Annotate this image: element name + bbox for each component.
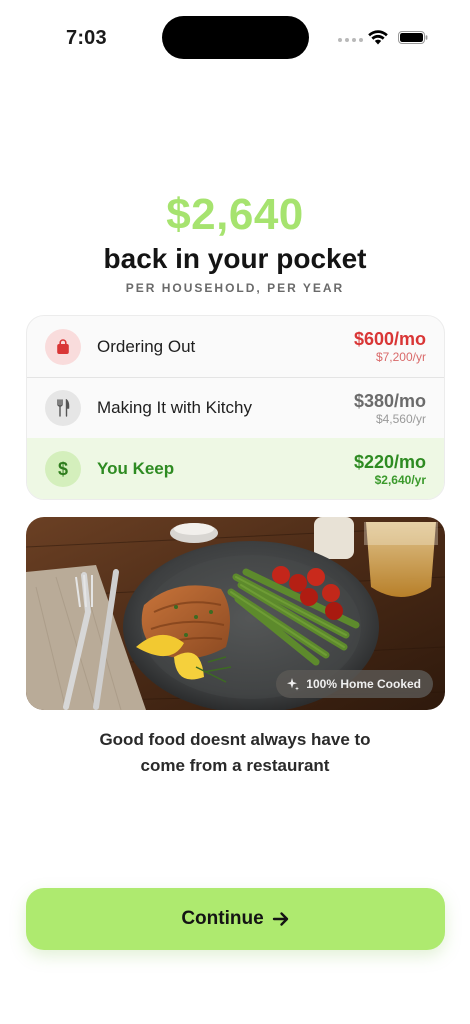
row-label: Ordering Out — [97, 336, 196, 356]
row-values: $220/mo $2,640/yr — [354, 451, 426, 488]
monthly-cost: $380/mo — [353, 390, 426, 411]
row-label: You Keep — [97, 459, 175, 478]
row-label: Making It with Kitchy — [97, 398, 252, 417]
yearly-cost: $4,560/yr — [375, 411, 426, 426]
continue-button[interactable]: Continue — [26, 888, 445, 950]
dollar-icon: $ — [45, 451, 81, 487]
sparkle-icon — [287, 678, 300, 691]
status-time: 7:03 — [66, 27, 107, 49]
cellular-signal-icon — [338, 38, 363, 42]
caption: Good food doesnt always have to come fro… — [60, 727, 410, 779]
monthly-savings: $220/mo — [353, 451, 426, 472]
caption-line-1: Good food doesnt always have to — [99, 730, 371, 749]
fork-knife-icon — [45, 390, 81, 426]
food-photo: 100% Home Cooked — [26, 517, 445, 710]
caption-line-2: come from a restaurant — [140, 756, 330, 775]
battery-icon — [398, 31, 428, 44]
yearly-savings: $2,640/yr — [374, 472, 426, 487]
dynamic-island — [162, 16, 309, 59]
status-bar: 7:03 — [0, 0, 470, 76]
comparison-row-ordering-out: Ordering Out $600/mo $7,200/yr — [27, 316, 444, 377]
savings-amount: $2,640 — [166, 190, 304, 239]
monthly-cost: $600/mo — [353, 329, 426, 349]
row-values: $600/mo $7,200/yr — [354, 328, 426, 365]
comparison-row-you-keep: $ You Keep $220/mo $2,640/yr — [27, 438, 444, 499]
wifi-icon — [368, 30, 388, 45]
shopping-bag-icon — [45, 328, 81, 365]
arrow-right-icon — [272, 912, 288, 926]
savings-comparison-card: Ordering Out $600/mo $7,200/yr Making It… — [26, 315, 445, 500]
page-title: back in your pocket — [103, 243, 367, 274]
home-cooked-badge: 100% Home Cooked — [276, 670, 433, 698]
row-values: $380/mo $4,560/yr — [354, 390, 426, 427]
continue-label: Continue — [181, 908, 264, 929]
page-subtitle: PER HOUSEHOLD, PER YEAR — [125, 281, 345, 295]
comparison-row-kitchy: Making It with Kitchy $380/mo $4,560/yr — [27, 377, 444, 438]
yearly-cost: $7,200/yr — [375, 350, 426, 364]
badge-label: 100% Home Cooked — [306, 677, 421, 691]
